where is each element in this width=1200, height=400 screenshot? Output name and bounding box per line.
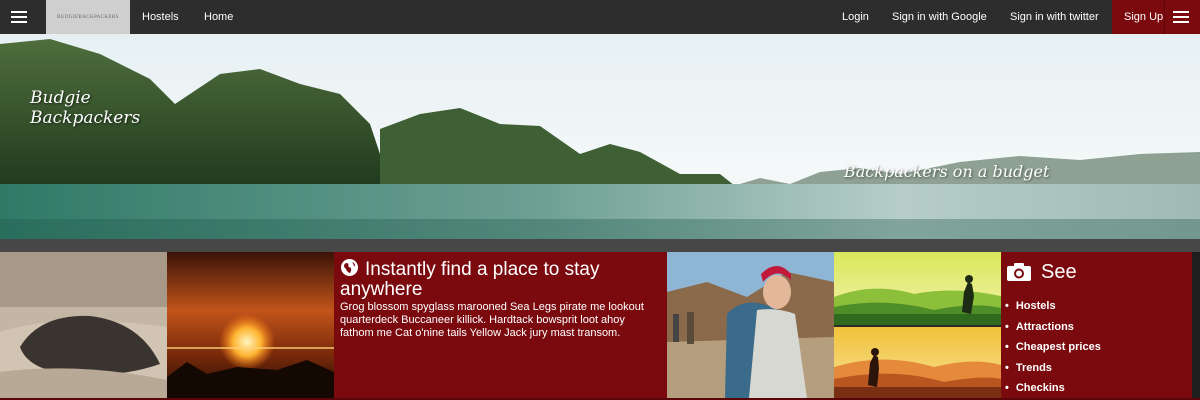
signup-area: Sign Up <box>1112 0 1200 34</box>
see-panel: See Hostels Attractions Cheapest prices … <box>1001 252 1192 398</box>
hero-tagline: Backpackers on a budget <box>844 162 1050 181</box>
top-navbar: BUDGIEBACKPACKERS Hostels Home Login Sig… <box>0 0 1200 35</box>
site-logo[interactable]: BUDGIEBACKPACKERS <box>46 0 130 34</box>
globe-icon <box>340 258 359 277</box>
hiker-orange-illustration <box>834 327 1001 398</box>
login-link[interactable]: Login <box>842 0 869 34</box>
section-divider <box>0 239 1200 252</box>
sign-in-google-link[interactable]: Sign in with Google <box>892 0 987 34</box>
nav-link-home[interactable]: Home <box>204 0 233 34</box>
desert-rock-image <box>0 252 167 398</box>
info-panel: Instantly find a place to stay anywhere … <box>334 252 667 398</box>
see-heading: See <box>1007 260 1077 284</box>
see-item-hostels[interactable]: Hostels <box>1005 296 1101 317</box>
hamburger-menu-icon[interactable] <box>8 6 30 28</box>
secondary-menu-icon[interactable] <box>1170 6 1192 28</box>
camera-icon <box>1007 263 1031 281</box>
info-description: Grog blossom spyglass marooned Sea Legs … <box>340 301 644 339</box>
page-edge <box>1192 252 1200 398</box>
hero-landscape-image <box>0 34 1200 239</box>
backpacker-woman-image <box>667 252 834 398</box>
see-list: Hostels Attractions Cheapest prices Tren… <box>1005 296 1101 399</box>
sign-in-twitter-link[interactable]: Sign in with twitter <box>1010 0 1099 34</box>
see-item-trends[interactable]: Trends <box>1005 358 1101 379</box>
hero-title: Budgie Backpackers <box>30 88 141 128</box>
see-title: See <box>1041 261 1077 283</box>
signup-divider <box>1164 0 1165 34</box>
hero-banner: Budgie Backpackers Backpackers on a budg… <box>0 34 1200 239</box>
info-title-text: Instantly find a place to stay anywhere <box>340 259 600 300</box>
see-item-cheapest-prices[interactable]: Cheapest prices <box>1005 337 1101 358</box>
info-heading: Instantly find a place to stay anywhere <box>340 258 660 300</box>
see-item-checkins[interactable]: Checkins <box>1005 378 1101 399</box>
nav-link-hostels[interactable]: Hostels <box>142 0 179 34</box>
see-item-attractions[interactable]: Attractions <box>1005 317 1101 338</box>
signup-button[interactable]: Sign Up <box>1124 0 1163 34</box>
hiker-green-illustration <box>834 252 1001 325</box>
sunset-image <box>167 252 334 398</box>
